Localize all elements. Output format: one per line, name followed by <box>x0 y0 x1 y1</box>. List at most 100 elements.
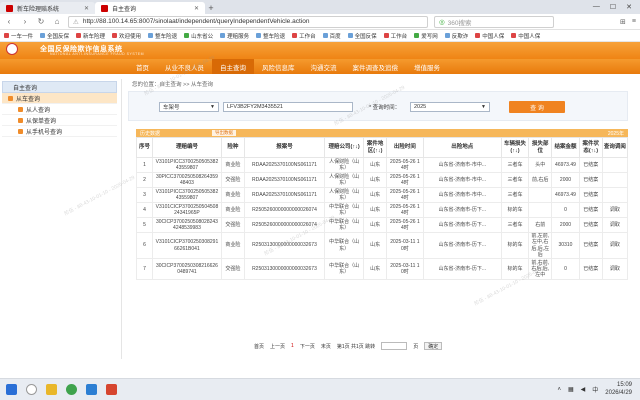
network-icon[interactable]: ▦ <box>568 386 574 393</box>
row-retrieve <box>601 157 629 173</box>
sidebar: 自主查询 从车查询 从人查询 从保单查询 从手机号查询 <box>0 79 122 359</box>
table-row[interactable]: 5 30CICP37002505080282434248539983 交强险 R250… <box>135 217 629 233</box>
window-controls: — ☐ ✕ <box>593 3 640 11</box>
pager-prev[interactable]: 上一页 <box>270 343 285 350</box>
pager-last[interactable]: 末页 <box>321 343 331 350</box>
row-region: 山东 <box>363 157 388 173</box>
input-lang[interactable]: 中 <box>592 385 598 394</box>
sidebar-header[interactable]: 自主查询 <box>2 81 117 93</box>
table-row[interactable]: 2 30PICC370025050826435948403 交强险 RDAA20253… <box>135 172 629 188</box>
bookmark-item[interactable]: 全国反保 <box>347 32 377 40</box>
pager-page-label: 页 <box>413 343 419 350</box>
row-retrieve[interactable]: 调取 <box>601 202 629 218</box>
nav-communication[interactable]: 沟通交流 <box>303 59 345 74</box>
close-icon[interactable]: ✕ <box>194 5 199 12</box>
start-icon[interactable] <box>6 384 17 395</box>
table-row[interactable]: 1 V3101PICC370025050538243559807 商业险 RDAA20… <box>135 157 629 173</box>
nav-bad-personnel[interactable]: 从业不良人员 <box>157 59 212 74</box>
field-type-select[interactable]: 车架号 ▼ <box>159 102 219 112</box>
volume-icon[interactable]: ◀ <box>581 386 586 393</box>
bookmark-icon <box>414 33 420 38</box>
bookmark-item[interactable]: 工作台 <box>292 32 316 40</box>
sidebar-item-vehicle[interactable]: 从车查询 <box>2 93 117 104</box>
app-icon[interactable] <box>106 384 117 395</box>
bookmark-item[interactable]: 整车险退 <box>256 32 285 40</box>
pager-first[interactable]: 首页 <box>254 343 264 350</box>
folder-icon[interactable] <box>46 384 57 395</box>
bookmark-item[interactable]: 爱写网 <box>414 32 438 40</box>
row-retrieve[interactable]: 调取 <box>601 258 629 280</box>
chevron-down-icon: ▼ <box>481 104 486 110</box>
vin-input[interactable]: LFV3B2FY2M3435521 <box>223 102 353 112</box>
tab-claims-system[interactable]: 新车险理赔系统 ✕ <box>0 2 95 14</box>
page-jump-input[interactable] <box>381 342 408 350</box>
col-status[interactable]: 案件状态(↑↓) <box>578 137 603 158</box>
search-input[interactable]: ◎ 360搜索 <box>434 15 554 28</box>
table-row[interactable]: 7 30CICP37002503082166260489741 交强险 R250313… <box>135 258 629 280</box>
row-retrieve[interactable]: 调取 <box>601 217 629 233</box>
browser-toolbar-icons: ⊞ ≡ <box>620 18 636 26</box>
row-claim-no: 30CICP37002503082166260489741 <box>152 258 222 280</box>
nav-independent-query[interactable]: 自主查询 <box>212 59 254 74</box>
pager-confirm-button[interactable]: 确定 <box>424 342 443 350</box>
back-icon[interactable]: ‹ <box>4 17 14 26</box>
bookmark-item[interactable]: 中国人保 <box>475 32 504 40</box>
export-button[interactable]: 导出数据 <box>212 130 236 136</box>
search-icon[interactable] <box>26 384 37 395</box>
bookmark-item[interactable]: 山东省公 <box>184 32 213 40</box>
bookmark-item[interactable]: 工作台 <box>383 32 407 40</box>
row-report-no: R2505260000000000026074 <box>243 217 326 233</box>
refresh-icon[interactable]: ↻ <box>36 17 46 26</box>
menu-icon[interactable]: ≡ <box>632 18 636 26</box>
nav-case-investigation[interactable]: 案件调查及追偿 <box>345 59 407 74</box>
pager-next[interactable]: 下一页 <box>300 343 315 350</box>
minimize-icon[interactable]: — <box>593 3 600 11</box>
app-icon[interactable] <box>86 384 97 395</box>
bookmark-item[interactable]: 理赔服务 <box>220 32 249 40</box>
forward-icon[interactable]: › <box>20 17 30 26</box>
tab-label: 新车险理赔系统 <box>17 6 60 13</box>
bookmark-item[interactable]: 整车险退 <box>148 32 177 40</box>
sidebar-item-policy[interactable]: 从保单查询 <box>2 115 117 126</box>
app-logo <box>6 43 18 55</box>
row-claim-no: V3101PICC370025050538243559807 <box>152 187 222 203</box>
nav-value-added[interactable]: 增值服务 <box>406 59 448 74</box>
tab-independent-query[interactable]: 自主查询 ✕ <box>95 2 205 14</box>
col-vehicle-loss[interactable]: 车辆损失(↑↓) <box>500 137 530 158</box>
row-retrieve[interactable]: 调取 <box>601 232 629 259</box>
clock[interactable]: 15:09 2026/4/29 <box>605 382 632 396</box>
home-icon[interactable]: ⌂ <box>52 17 62 26</box>
row-claim-no: V3101CICP370025030829166261B041 <box>152 232 222 259</box>
sidebar-item-person[interactable]: 从人查询 <box>2 104 117 115</box>
bookmark-item[interactable]: 百度 <box>322 32 341 40</box>
close-icon[interactable]: ✕ <box>84 5 89 12</box>
col-region[interactable]: 案件地区(↑↓) <box>363 137 388 158</box>
taskbar: ˄ ▦ ◀ 中 15:09 2026/4/29 <box>0 378 640 400</box>
sidebar-item-phone[interactable]: 从手机号查询 <box>2 126 117 137</box>
extension-icon[interactable]: ⊞ <box>620 18 626 26</box>
top-nav: 首页 从业不良人员 自主查询 风险信息库 沟通交流 案件调查及追偿 增值服务 <box>0 59 640 74</box>
close-window-icon[interactable]: ✕ <box>626 3 632 11</box>
bookmark-item[interactable]: 反欺诈 <box>444 32 468 40</box>
table-row[interactable]: 3 V3101PICC370025050538243559807 商业险 RDAA20… <box>135 187 629 203</box>
nav-home[interactable]: 首页 <box>128 59 157 74</box>
site-favicon <box>101 4 108 12</box>
query-button[interactable]: 查 询 <box>509 101 565 113</box>
browser-icon[interactable] <box>66 384 77 395</box>
bookmark-item[interactable]: 中国人保 <box>511 32 540 40</box>
bookmark-item[interactable]: 新车险理 <box>76 32 105 40</box>
bookmark-icon <box>220 33 226 38</box>
bookmark-item[interactable]: 欢迎使用 <box>112 32 141 40</box>
row-accident-place: 山东省-济南市-市中... <box>422 157 502 173</box>
table-row[interactable]: 4 V3101CICP370025050450824341965P 商业险 R2505… <box>135 202 629 218</box>
col-company[interactable]: 理赔公司(↑↓) <box>324 137 365 158</box>
year-select[interactable]: 2025 ▼ <box>410 102 490 112</box>
bookmark-item[interactable]: 一车一件 <box>4 32 33 40</box>
bookmark-item[interactable]: 全国反保 <box>40 32 69 40</box>
new-tab-button[interactable]: + <box>205 3 217 13</box>
chevron-up-icon[interactable]: ˄ <box>557 387 561 393</box>
nav-risk-database[interactable]: 风险信息库 <box>254 59 303 74</box>
url-input[interactable]: ⚠ http://88.100.14.65:8007/sinolaat/inde… <box>68 15 428 28</box>
table-row[interactable]: 6 V3101CICP370025030829166261B041 商业险 R2503… <box>135 232 629 259</box>
maximize-icon[interactable]: ☐ <box>610 3 616 11</box>
